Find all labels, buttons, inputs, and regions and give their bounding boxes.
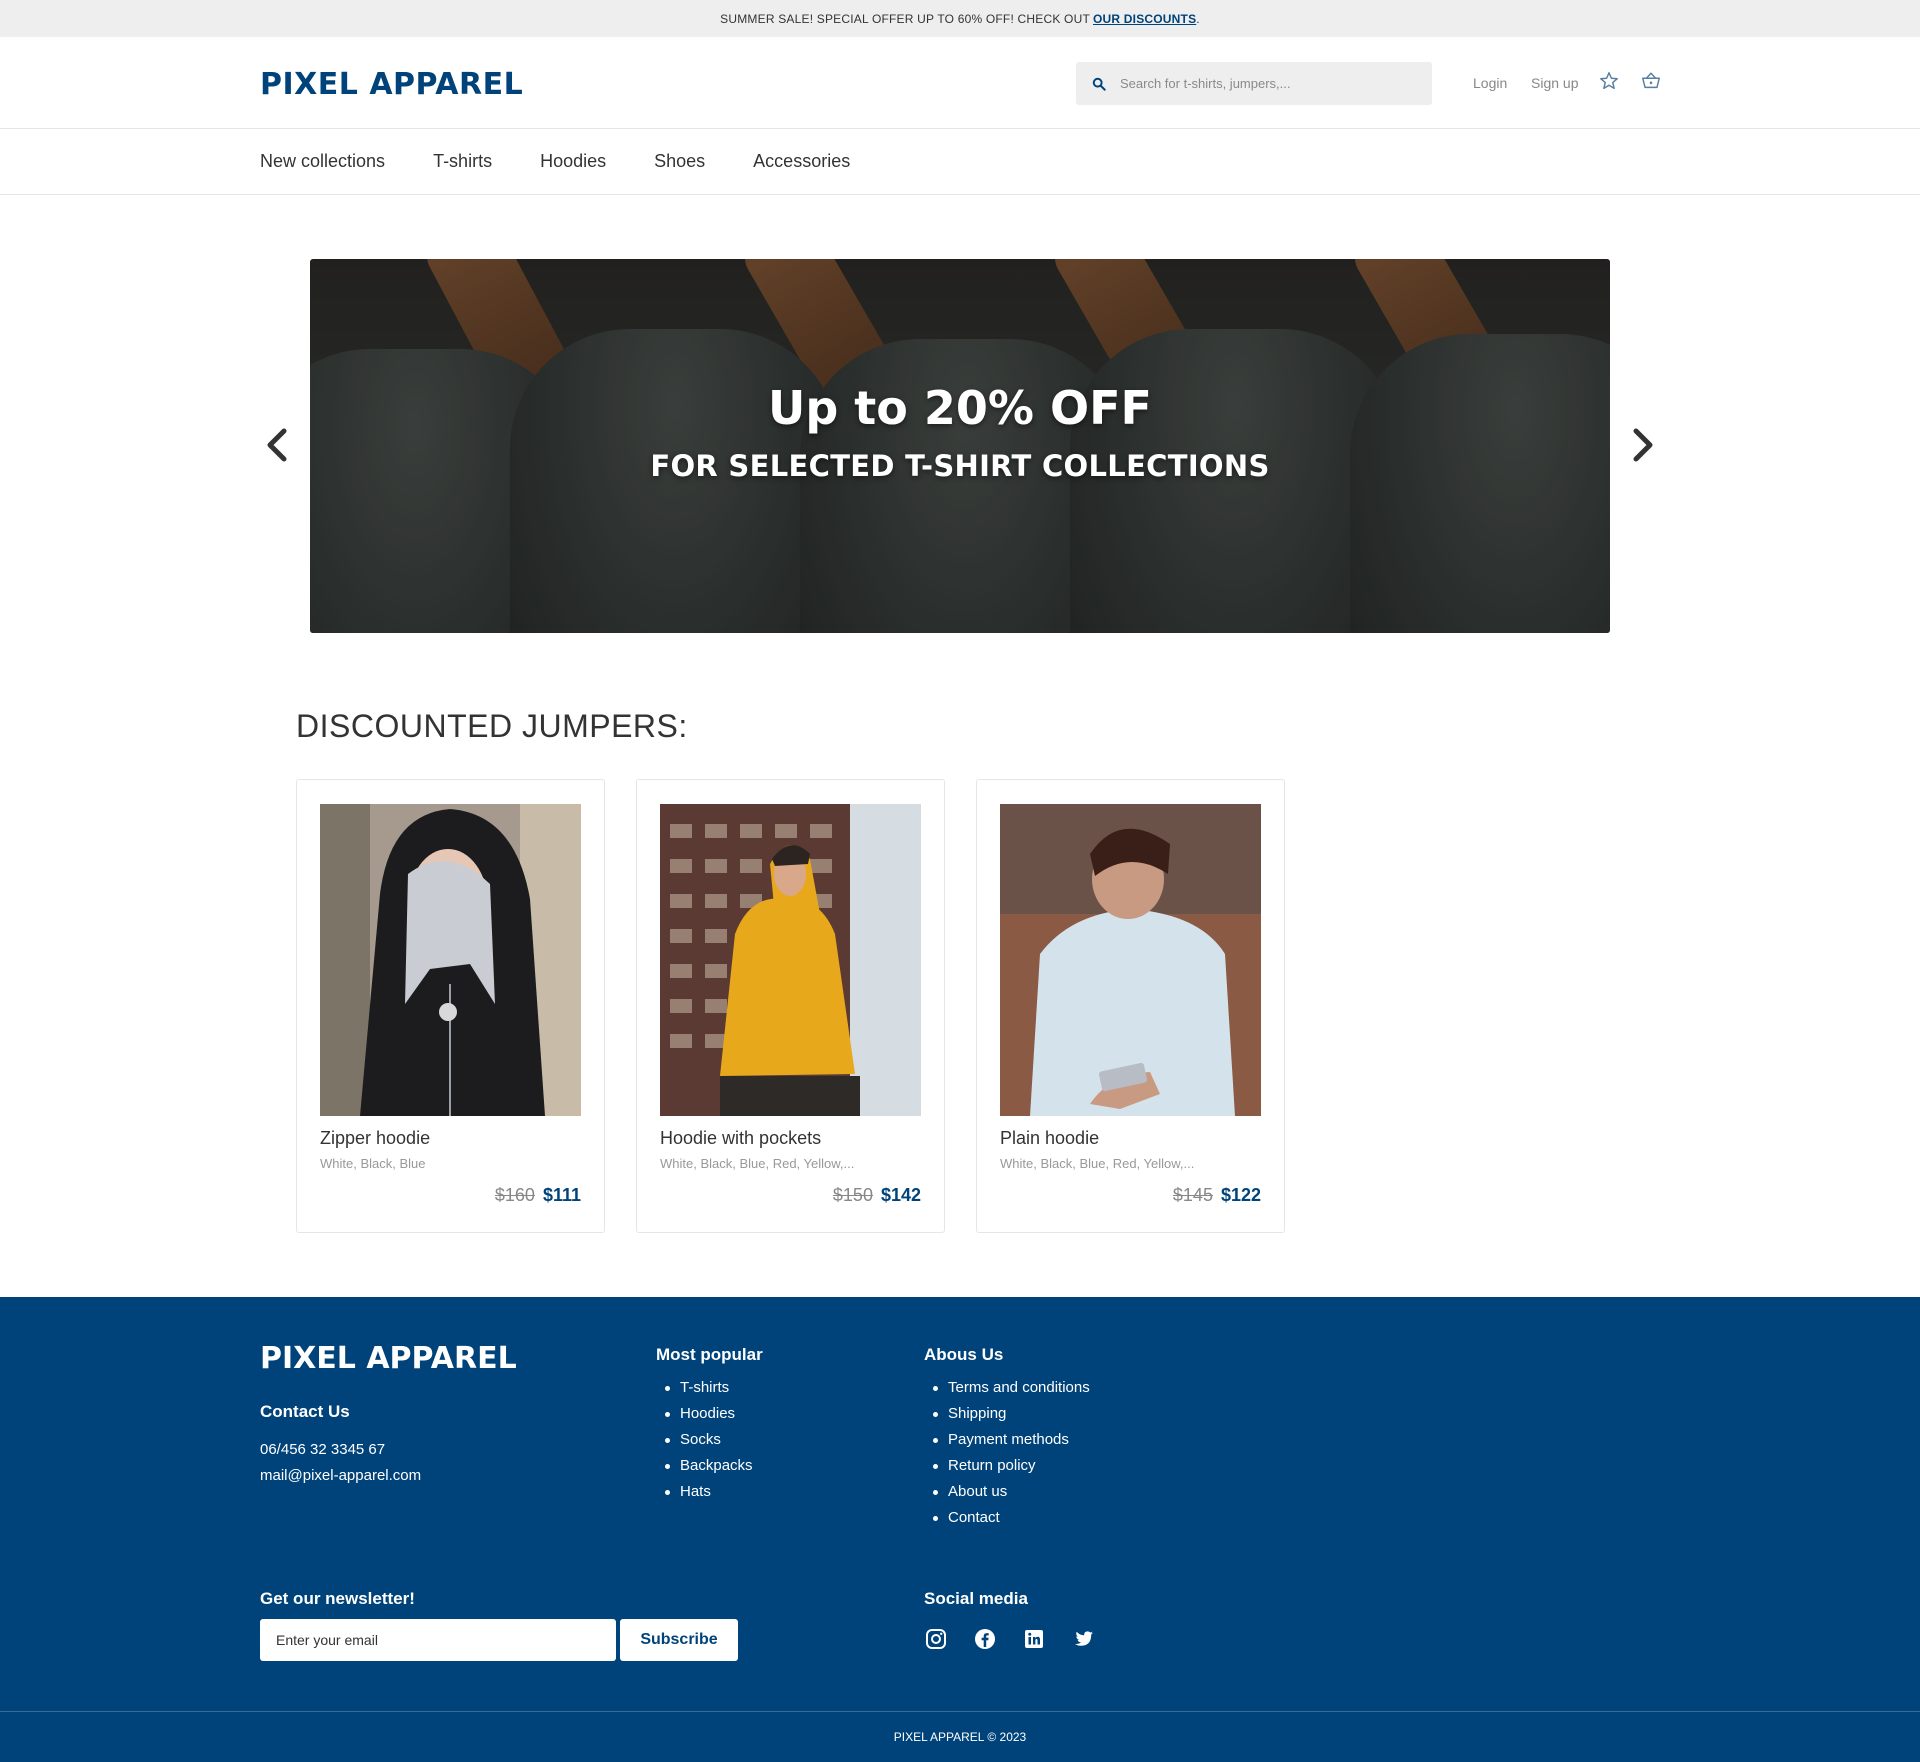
product-colors: White, Black, Blue, Red, Yellow,... (660, 1156, 855, 1171)
announcement-bar: SUMMER SALE! SPECIAL OFFER UP TO 60% OFF… (0, 0, 1920, 37)
copyright-text: PIXEL APPAREL © 2023 (893, 1730, 1027, 1744)
about-link-payment[interactable]: Payment methods (924, 1431, 1090, 1448)
about-column: Abous Us Terms and conditions Shipping P… (924, 1345, 1090, 1535)
popular-heading: Most popular (656, 1345, 763, 1364)
linkedin-icon[interactable] (1022, 1627, 1046, 1651)
contact-email[interactable]: mail@pixel-apparel.com (260, 1467, 421, 1484)
old-price: $150 (832, 1185, 873, 1205)
product-card[interactable]: Hoodie with pockets White, Black, Blue, … (636, 779, 945, 1233)
new-price: $122 (1220, 1185, 1261, 1205)
new-price: $111 (542, 1185, 581, 1205)
copyright-bar: PIXEL APPAREL © 2023 (0, 1711, 1920, 1762)
basket-icon[interactable] (1640, 70, 1662, 92)
twitter-icon[interactable] (1071, 1627, 1095, 1651)
instagram-icon[interactable] (924, 1627, 948, 1651)
facebook-icon[interactable] (973, 1627, 997, 1651)
nav-item-accessories[interactable]: Accessories (753, 151, 850, 172)
popular-link-hoodies[interactable]: Hoodies (656, 1405, 763, 1422)
hero-slider: Up to 20% OFF FOR SELECTED T-SHIRT COLLE… (0, 195, 1920, 635)
popular-column: Most popular T-shirts Hoodies Socks Back… (656, 1345, 763, 1509)
search-input[interactable] (1120, 76, 1400, 91)
nav-item-hoodies[interactable]: Hoodies (540, 151, 606, 172)
chevron-left-icon[interactable] (262, 425, 292, 465)
search-icon (1092, 77, 1106, 91)
about-heading: Abous Us (924, 1345, 1004, 1364)
site-footer: PIXEL APPAREL Contact Us 06/456 32 3345 … (0, 1297, 1920, 1762)
product-image[interactable] (660, 804, 921, 1116)
chevron-right-icon[interactable] (1628, 425, 1658, 465)
old-price: $145 (1172, 1185, 1213, 1205)
main-nav: New collections T-shirts Hoodies Shoes A… (0, 129, 1920, 195)
old-price: $160 (494, 1185, 535, 1205)
contact-phone: 06/456 32 3345 67 (260, 1441, 386, 1458)
hero-title: Up to 20% OFF (768, 381, 1152, 435)
social-links (924, 1627, 1120, 1651)
product-list: Zipper hoodie White, Black, Blue $160 $11… (296, 779, 1316, 1233)
product-prices: $160 $111 (495, 1185, 581, 1206)
star-icon[interactable] (1598, 70, 1620, 92)
signup-link[interactable]: Sign up (1531, 75, 1578, 91)
about-link-terms[interactable]: Terms and conditions (924, 1379, 1090, 1396)
about-link-shipping[interactable]: Shipping (924, 1405, 1090, 1422)
newsletter-email-input[interactable] (260, 1619, 616, 1661)
hero-banner[interactable]: Up to 20% OFF FOR SELECTED T-SHIRT COLLE… (310, 259, 1610, 633)
product-colors: White, Black, Blue, Red, Yellow,... (1000, 1156, 1195, 1171)
nav-item-new-collections[interactable]: New collections (260, 151, 385, 172)
newsletter-heading: Get our newsletter! (260, 1589, 415, 1608)
product-card[interactable]: Zipper hoodie White, Black, Blue $160 $11… (296, 779, 605, 1233)
popular-link-t-shirts[interactable]: T-shirts (656, 1379, 763, 1396)
nav-item-shoes[interactable]: Shoes (654, 151, 705, 172)
site-logo[interactable]: PIXEL APPAREL (260, 67, 523, 102)
hero-subtitle: FOR SELECTED T-SHIRT COLLECTIONS (650, 449, 1270, 483)
product-prices: $145 $122 (1173, 1185, 1261, 1206)
product-card[interactable]: Plain hoodie White, Black, Blue, Red, Ye… (976, 779, 1285, 1233)
section-title: DISCOUNTED JUMPERS: (296, 708, 688, 744)
login-link[interactable]: Login (1473, 75, 1507, 91)
social-heading: Social media (924, 1589, 1028, 1608)
popular-link-socks[interactable]: Socks (656, 1431, 763, 1448)
about-link-about-us[interactable]: About us (924, 1483, 1090, 1500)
new-price: $142 (880, 1185, 921, 1205)
nav-item-t-shirts[interactable]: T-shirts (433, 151, 492, 172)
popular-link-backpacks[interactable]: Backpacks (656, 1457, 763, 1474)
popular-link-hats[interactable]: Hats (656, 1483, 763, 1500)
announcement-text: SUMMER SALE! SPECIAL OFFER UP TO 60% OFF… (720, 11, 1090, 26)
product-image[interactable] (1000, 804, 1261, 1116)
announcement-suffix: . (1196, 11, 1200, 26)
discounts-link[interactable]: OUR DISCOUNTS (1093, 12, 1196, 26)
about-link-contact[interactable]: Contact (924, 1509, 1090, 1526)
contact-heading: Contact Us (260, 1402, 350, 1421)
product-image[interactable] (320, 804, 581, 1116)
about-link-return-policy[interactable]: Return policy (924, 1457, 1090, 1474)
footer-logo[interactable]: PIXEL APPAREL (260, 1341, 517, 1376)
search-box[interactable] (1076, 62, 1432, 105)
subscribe-button[interactable]: Subscribe (620, 1619, 738, 1661)
site-header: PIXEL APPAREL Login Sign up (0, 37, 1920, 129)
product-name[interactable]: Hoodie with pockets (660, 1128, 821, 1149)
product-name[interactable]: Plain hoodie (1000, 1128, 1099, 1149)
product-prices: $150 $142 (833, 1185, 921, 1206)
hero-text: Up to 20% OFF FOR SELECTED T-SHIRT COLLE… (310, 381, 1610, 483)
product-colors: White, Black, Blue (320, 1156, 426, 1171)
product-name[interactable]: Zipper hoodie (320, 1128, 430, 1149)
